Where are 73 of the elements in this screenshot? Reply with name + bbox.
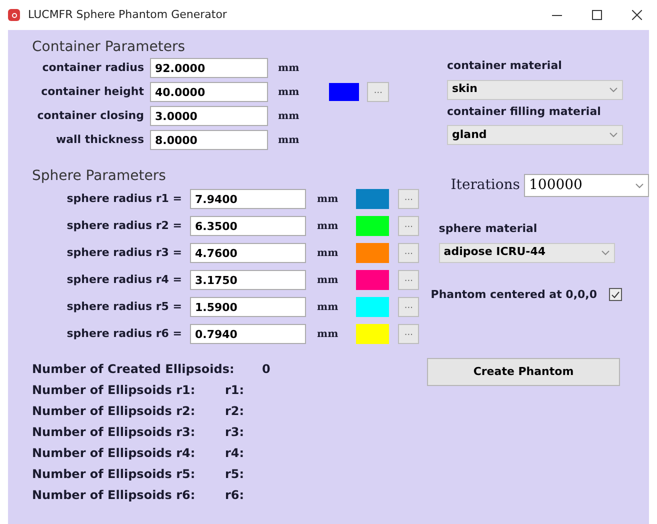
unit-label: mm [317,220,338,234]
field-label: sphere radius r4 = [66,272,183,288]
result-label: Number of Ellipsoids r3: [32,424,196,440]
color-picker-button[interactable]: ... [398,189,420,209]
input-field[interactable]: 4.7600 [190,243,306,263]
maximize-icon [592,10,602,20]
result-label: Number of Ellipsoids r5: [32,466,196,482]
input-field[interactable]: 0.7940 [190,324,306,344]
chevron-down-icon [635,182,644,188]
result-label: Number of Ellipsoids r1: [32,382,196,398]
result-value: 0 [262,360,270,378]
color-picker-button[interactable]: ... [398,243,420,263]
color-picker-button[interactable]: ... [398,297,420,317]
dropdown[interactable]: skin [447,80,623,100]
input-field[interactable]: 8.0000 [150,130,268,150]
app-logo-icon [8,9,20,21]
result-value: r3: [225,424,244,440]
result-value: r4: [225,444,244,462]
color-picker-button[interactable]: ... [398,324,420,344]
unit-label: mm [317,246,338,260]
chevron-down-icon [609,132,618,138]
chevron-down-icon [609,86,618,92]
section-title: Sphere Parameters [32,167,167,185]
checkbox-label: Phantom centered at 0,0,0 [430,286,597,302]
field-label: sphere material [438,221,538,237]
field-label: container material [447,58,563,74]
result-label: Number of Ellipsoids r2: [32,402,196,420]
field-label: container closing [36,108,145,124]
unit-label: mm [317,328,338,342]
unit-label: mm [317,274,338,288]
dropdown[interactable]: adipose ICRU-44 [438,242,615,262]
color-picker-button[interactable]: ... [398,216,420,236]
section-title: Container Parameters [32,38,186,56]
unit-label: mm [317,300,338,314]
field-label: sphere radius r6 = [66,326,183,342]
input-field[interactable]: 7.9400 [190,189,306,209]
field-label: Iterations [450,176,520,195]
unit-label: mm [317,192,338,206]
unit-label: mm [278,134,300,148]
input-field[interactable]: 6.3500 [190,216,306,236]
field-label: sphere radius r5 = [66,298,183,315]
create-phantom-button[interactable]: Create Phantom [427,358,620,386]
result-value: r2: [225,402,244,420]
window-title: LUCMFR Sphere Phantom Generator [28,6,227,23]
field-label: wall thickness [54,132,145,148]
chevron-down-icon [600,250,610,256]
checkbox[interactable] [608,288,622,302]
color-picker-button[interactable]: ... [398,270,420,290]
dropdown[interactable]: 100000 [524,174,649,197]
unit-label: mm [278,62,300,76]
field-label: sphere radius r2 = [66,218,183,234]
result-value: r6: [225,486,244,504]
unit-label: mm [278,86,300,100]
input-field[interactable]: 3.1750 [190,270,306,290]
result-value: r1: [225,382,244,398]
result-label: Number of Ellipsoids r4: [32,444,196,462]
result-label: Number of Ellipsoids r6: [32,486,196,504]
field-label: sphere radius r1 = [66,190,183,207]
checkmark-icon [610,290,620,299]
close-icon [632,10,642,20]
unit-label: mm [278,110,300,124]
field-label: container radius [41,60,145,76]
result-label: Number of Created Ellipsoids: [32,360,236,378]
dropdown[interactable]: gland [447,125,623,145]
input-field[interactable]: 1.5900 [190,297,306,317]
field-label: container filling material [447,104,602,120]
input-field[interactable]: 40.0000 [150,82,268,102]
field-label: sphere radius r3 = [66,244,183,261]
result-value: r5: [225,466,244,482]
color-picker-button[interactable]: ... [367,82,390,102]
field-label: container height [40,84,145,100]
input-field[interactable]: 92.0000 [150,58,268,78]
input-field[interactable]: 3.0000 [150,106,268,126]
